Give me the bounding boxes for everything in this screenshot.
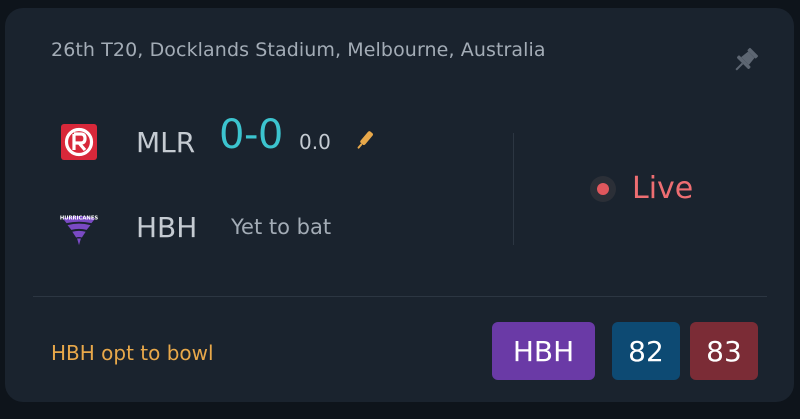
team-chip-hbh[interactable]: HBH <box>492 322 595 380</box>
live-dot-icon <box>590 175 616 202</box>
renegades-logo <box>57 120 101 164</box>
horizontal-divider <box>33 296 767 297</box>
live-status: Live <box>590 171 693 206</box>
live-label: Live <box>632 171 694 206</box>
team-score: 0-0 <box>219 112 283 158</box>
odds-chip-82[interactable]: 82 <box>612 322 680 380</box>
team-status: Yet to bat <box>231 215 332 239</box>
pin-icon[interactable] <box>727 43 763 79</box>
team-overs: 0.0 <box>299 130 331 154</box>
match-card[interactable]: 26th T20, Docklands Stadium, Melbourne, … <box>5 8 794 402</box>
hurricanes-logo-text: HURRICANES <box>60 215 99 221</box>
odds-chip-83[interactable]: 83 <box>690 322 758 380</box>
cricket-bat-icon <box>351 126 379 154</box>
toss-result: HBH opt to bowl <box>51 341 214 365</box>
match-venue: 26th T20, Docklands Stadium, Melbourne, … <box>51 39 546 61</box>
team-abbr: MLR <box>136 125 196 159</box>
vertical-divider <box>513 133 514 245</box>
team-abbr: HBH <box>136 210 198 244</box>
hurricanes-logo: HURRICANES <box>57 205 101 249</box>
